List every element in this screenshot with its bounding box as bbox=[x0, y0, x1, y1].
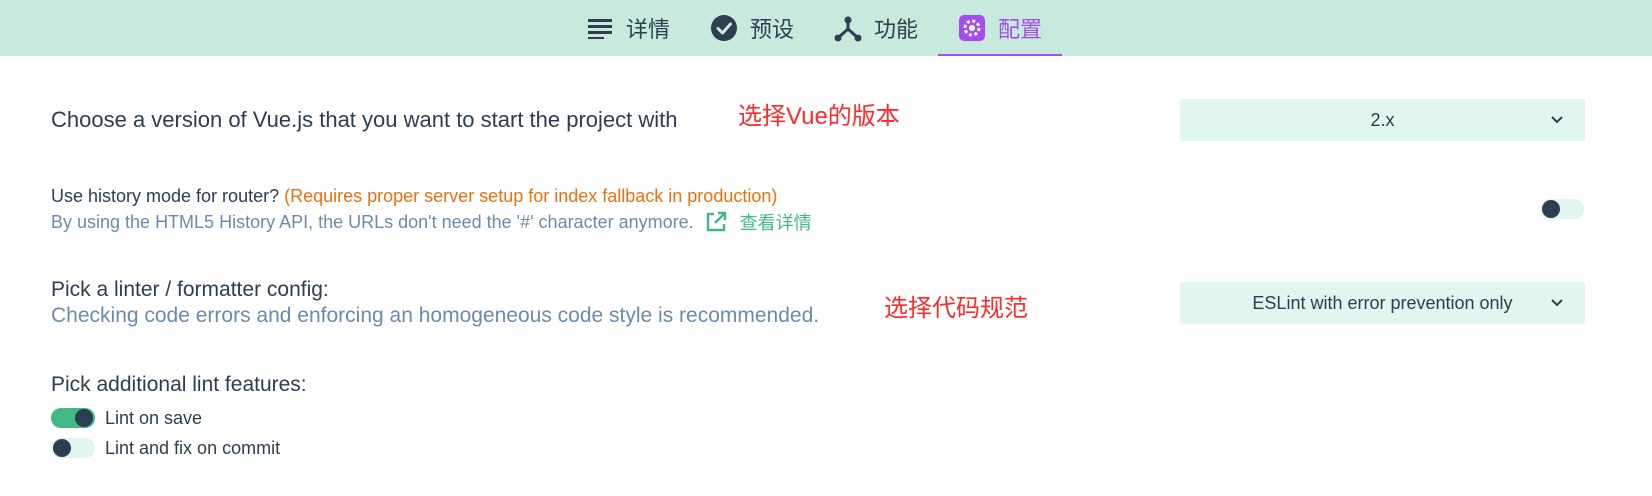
vue-version-selected: 2.x bbox=[1370, 109, 1395, 130]
linter-select[interactable]: ESLint with error prevention only bbox=[1180, 282, 1585, 324]
history-mode-warning: (Requires proper server setup for index … bbox=[284, 186, 778, 206]
lint-on-save-toggle[interactable] bbox=[51, 408, 95, 428]
history-mode-label: Use history mode for router? (Requires p… bbox=[51, 186, 777, 207]
linter-label: Pick a linter / formatter config: bbox=[51, 278, 329, 301]
tab-features[interactable]: 功能 bbox=[814, 0, 938, 56]
toggle-knob bbox=[1542, 200, 1560, 218]
tab-label: 配置 bbox=[998, 17, 1043, 42]
toggle-knob bbox=[75, 409, 93, 427]
tab-label: 详情 bbox=[626, 17, 671, 42]
tab-details[interactable]: 详情 bbox=[566, 0, 690, 56]
tab-bar: 详情 预设 功能 配置 bbox=[566, 0, 1063, 56]
lint-fix-on-commit-toggle[interactable] bbox=[51, 438, 95, 458]
tab-label: 功能 bbox=[874, 17, 919, 42]
vue-version-label: Choose a version of Vue.js that you want… bbox=[51, 107, 678, 132]
tab-label: 预设 bbox=[750, 17, 795, 42]
tab-config[interactable]: 配置 bbox=[938, 0, 1063, 56]
linter-selected: ESLint with error prevention only bbox=[1252, 292, 1513, 313]
history-mode-toggle[interactable] bbox=[1540, 199, 1584, 219]
lint-features-label: Pick additional lint features: bbox=[51, 373, 307, 396]
gear-icon bbox=[958, 14, 986, 42]
details-link-label: 查看详情 bbox=[739, 213, 812, 233]
external-link-icon bbox=[706, 211, 726, 232]
tab-presets[interactable]: 预设 bbox=[690, 0, 814, 56]
list-icon bbox=[586, 14, 614, 42]
top-nav-bar: 详情 预设 功能 配置 bbox=[0, 0, 1652, 56]
chevron-down-icon bbox=[1551, 116, 1563, 124]
lint-fix-on-commit-label: Lint and fix on commit bbox=[105, 438, 281, 458]
linter-annotation: 选择代码规范 bbox=[884, 295, 1028, 322]
history-mode-question: Use history mode for router? bbox=[51, 186, 280, 206]
vue-version-select[interactable]: 2.x bbox=[1180, 99, 1585, 141]
fork-icon bbox=[834, 14, 862, 42]
linter-description: Checking code errors and enforcing an ho… bbox=[51, 304, 820, 327]
lint-on-save-label: Lint on save bbox=[105, 408, 203, 428]
check-circle-icon bbox=[710, 14, 738, 42]
history-mode-description: By using the HTML5 History API, the URLs… bbox=[51, 211, 694, 232]
chevron-down-icon bbox=[1551, 299, 1563, 307]
history-mode-link[interactable]: 查看详情 bbox=[704, 209, 812, 235]
vue-version-annotation: 选择Vue的版本 bbox=[738, 103, 900, 130]
toggle-knob bbox=[53, 439, 71, 457]
history-mode-description-row: By using the HTML5 History API, the URLs… bbox=[51, 209, 812, 235]
